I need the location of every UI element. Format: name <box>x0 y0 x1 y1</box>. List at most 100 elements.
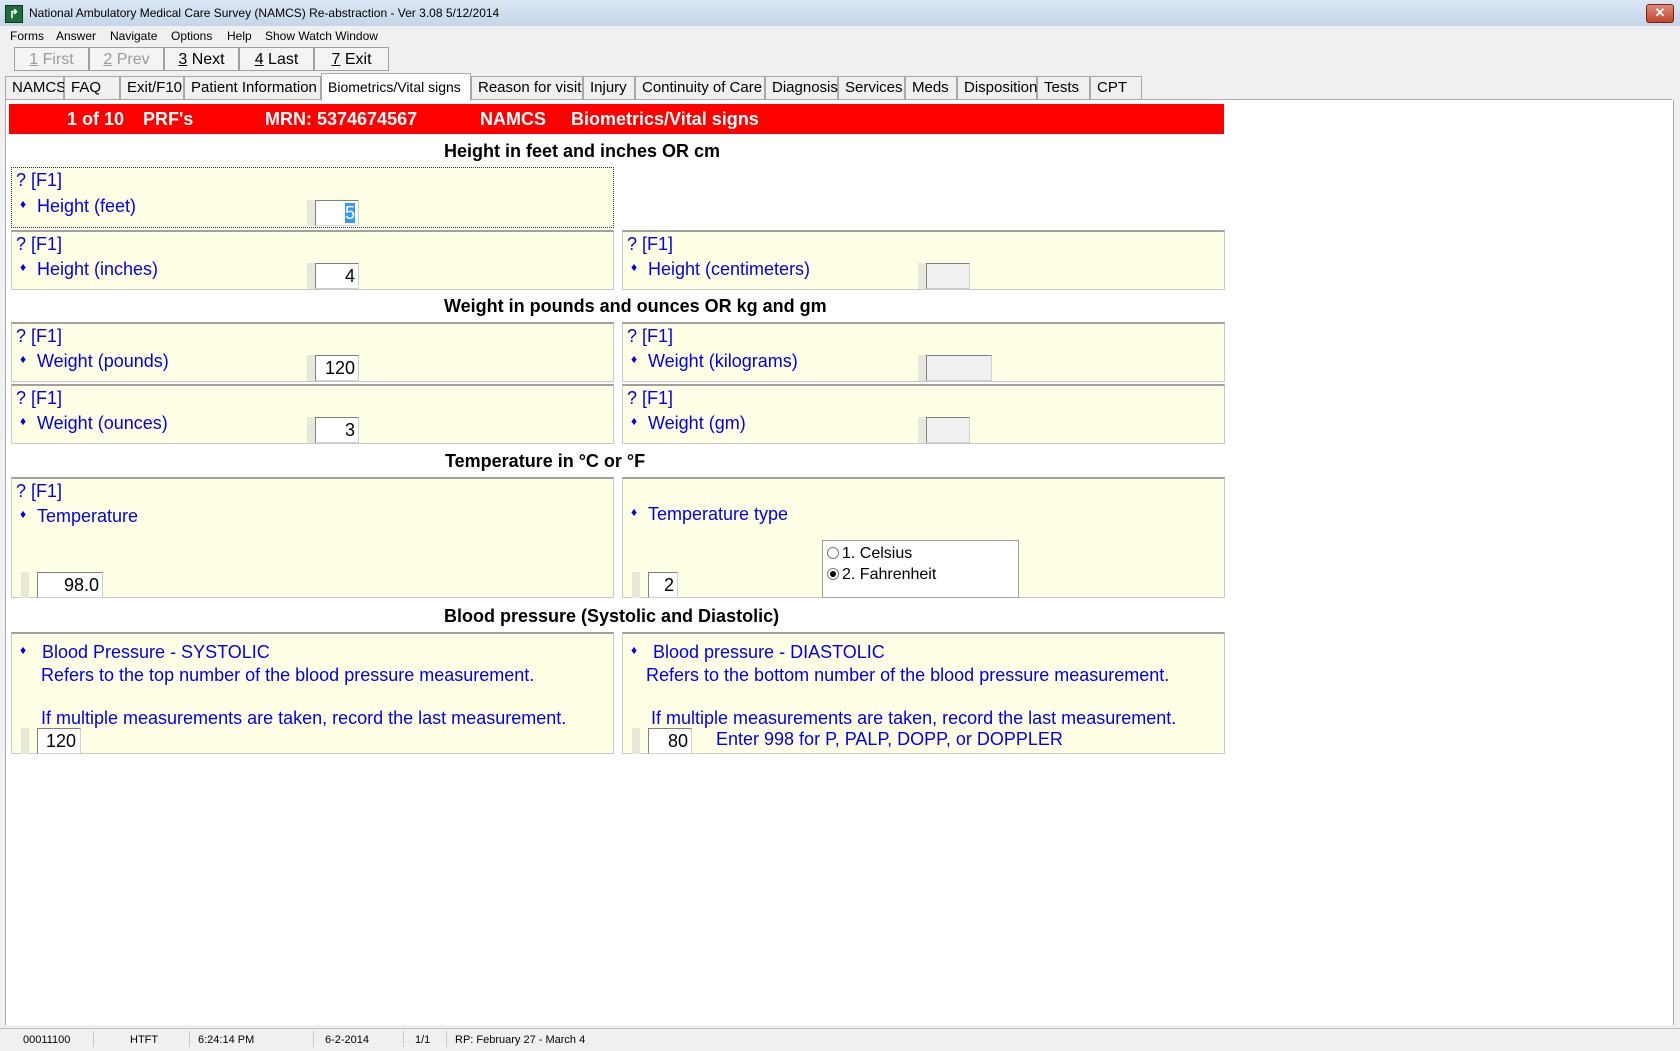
menu-help[interactable]: Help <box>227 29 252 43</box>
height-cm-input[interactable] <box>926 263 970 289</box>
help-f1-link[interactable]: ? [F1] <box>16 481 62 502</box>
required-bullet-icon: ♦ <box>631 643 638 657</box>
menu-options[interactable]: Options <box>171 29 212 43</box>
weight-pounds-label: Weight (pounds) <box>37 351 169 371</box>
temperature-type-options: 1. Celsius 2. Fahrenheit <box>822 540 1019 598</box>
weight-gm-label: Weight (gm) <box>648 413 746 433</box>
help-f1-link[interactable]: ? [F1] <box>16 234 62 255</box>
mrn-label: MRN: 5374674567 <box>265 109 418 129</box>
temperature-type-field: ♦ Temperature type 2 1. Celsius 2. Fahre… <box>622 477 1225 598</box>
tab-exit-f10[interactable]: Exit/F10 <box>120 76 184 99</box>
input-inset <box>307 200 315 226</box>
input-inset <box>632 572 640 598</box>
title-bar: ↱ National Ambulatory Medical Care Surve… <box>0 0 1680 27</box>
tab-continuity-of-care[interactable]: Continuity of Care <box>635 76 765 99</box>
bp-diastolic-field: ♦ Blood pressure - DIASTOLIC Refers to t… <box>622 632 1225 754</box>
help-f1-link[interactable]: ? [F1] <box>627 388 673 409</box>
survey-name: NAMCS <box>480 109 546 129</box>
help-f1-link[interactable]: ? [F1] <box>16 326 62 347</box>
form-page: 1 of 10 PRF's MRN: 5374674567 NAMCS Biom… <box>5 100 1674 1025</box>
celsius-option[interactable]: 1. Celsius <box>827 545 912 563</box>
next-button[interactable]: 3 Next <box>164 47 239 71</box>
temperature-input[interactable]: 98.0 <box>37 572 103 598</box>
bp-diastolic-label: Blood pressure - DIASTOLIC <box>653 642 885 662</box>
height-feet-field: ? [F1] ♦ Height (feet) 5 <box>11 167 614 228</box>
tab-disposition[interactable]: Disposition <box>957 76 1037 99</box>
input-inset <box>918 417 926 443</box>
required-bullet-icon: ♦ <box>20 260 27 274</box>
help-f1-link[interactable]: ? [F1] <box>627 234 673 255</box>
record-counter: 1 of 10 <box>67 109 125 129</box>
input-inset <box>307 417 315 443</box>
weight-pounds-field: ? [F1] ♦ Weight (pounds) 120 <box>11 322 614 382</box>
input-inset <box>307 263 315 289</box>
status-reporting-period: RP: February 27 - March 4 <box>455 1034 586 1046</box>
input-inset <box>307 355 315 381</box>
bp-systolic-input[interactable]: 120 <box>37 728 81 754</box>
required-bullet-icon: ♦ <box>20 507 27 521</box>
status-user: HTFT <box>130 1034 159 1046</box>
weight-pounds-input[interactable]: 120 <box>315 355 359 381</box>
menu-forms[interactable]: Forms <box>10 29 44 43</box>
required-bullet-icon: ♦ <box>20 352 27 366</box>
bp-systolic-note: Refers to the top number of the blood pr… <box>41 665 535 685</box>
close-button[interactable]: ✕ <box>1646 4 1674 23</box>
tab-diagnosis[interactable]: Diagnosis <box>765 76 838 99</box>
required-bullet-icon: ♦ <box>631 260 638 274</box>
height-inches-field: ? [F1] ♦ Height (inches) 4 <box>11 230 614 290</box>
height-inches-input[interactable]: 4 <box>315 263 359 289</box>
tab-biometrics-vital-signs[interactable]: Biometrics/Vital signs <box>321 73 471 101</box>
menu-bar: Forms Answer Navigate Options Help Show … <box>0 26 1680 45</box>
status-divider <box>403 1031 404 1047</box>
tab-faq[interactable]: FAQ <box>64 76 120 99</box>
weight-ounces-label: Weight (ounces) <box>37 413 168 433</box>
first-button[interactable]: 1 First <box>14 47 89 71</box>
fahrenheit-option[interactable]: 2. Fahrenheit <box>827 566 936 584</box>
exit-button[interactable]: 7 Exit <box>314 47 389 71</box>
required-bullet-icon: ♦ <box>631 414 638 428</box>
input-inset <box>632 728 640 754</box>
tab-cpt[interactable]: CPT <box>1090 76 1142 99</box>
tab-services[interactable]: Services <box>838 76 905 99</box>
window-title: National Ambulatory Medical Care Survey … <box>29 6 500 20</box>
weight-ounces-field: ? [F1] ♦ Weight (ounces) 3 <box>11 384 614 444</box>
status-page: 1/1 <box>415 1034 431 1046</box>
status-divider <box>446 1031 447 1047</box>
prev-button[interactable]: 2 Prev <box>89 47 164 71</box>
height-feet-input[interactable]: 5 <box>315 200 359 226</box>
tab-meds[interactable]: Meds <box>905 76 957 99</box>
help-f1-link[interactable]: ? [F1] <box>16 388 62 409</box>
temperature-type-input[interactable]: 2 <box>648 572 678 598</box>
status-date: 6-2-2014 <box>325 1034 370 1046</box>
weight-gm-field: ? [F1] ♦ Weight (gm) <box>622 384 1225 444</box>
last-button[interactable]: 4 Last <box>239 47 314 71</box>
status-divider <box>93 1031 94 1047</box>
bp-diastolic-input[interactable]: 80 <box>648 728 692 754</box>
bp-systolic-instruction: If multiple measurements are taken, reco… <box>41 708 567 728</box>
height-cm-label: Height (centimeters) <box>648 259 811 279</box>
tab-patient-information[interactable]: Patient Information <box>184 76 321 99</box>
menu-answer[interactable]: Answer <box>56 29 96 43</box>
menu-navigate[interactable]: Navigate <box>110 29 157 43</box>
help-f1-link[interactable]: ? [F1] <box>16 170 62 191</box>
form-name: PRF's <box>143 109 194 129</box>
menu-show-watch-window[interactable]: Show Watch Window <box>265 29 378 43</box>
weight-kg-input[interactable] <box>926 355 992 381</box>
temperature-section-title: Temperature in °C or °F <box>445 451 646 471</box>
weight-kg-label: Weight (kilograms) <box>648 351 798 371</box>
radio-selected-icon <box>827 567 839 580</box>
weight-gm-input[interactable] <box>926 417 970 443</box>
help-f1-link[interactable]: ? [F1] <box>627 326 673 347</box>
tab-injury[interactable]: Injury <box>583 76 635 99</box>
weight-ounces-input[interactable]: 3 <box>315 417 359 443</box>
tab-tests[interactable]: Tests <box>1037 76 1090 99</box>
bp-systolic-field: ♦ Blood Pressure - SYSTOLIC Refers to th… <box>11 632 614 754</box>
tab-reason-for-visit[interactable]: Reason for visit <box>471 76 583 99</box>
height-section-title: Height in feet and inches OR cm <box>444 141 721 161</box>
required-bullet-icon: ♦ <box>631 505 638 519</box>
required-bullet-icon: ♦ <box>631 352 638 366</box>
height-feet-label: Height (feet) <box>37 196 137 216</box>
tab-namcs[interactable]: NAMCS <box>5 76 66 99</box>
weight-kg-field: ? [F1] ♦ Weight (kilograms) <box>622 322 1225 382</box>
temperature-type-label: Temperature type <box>648 504 789 524</box>
